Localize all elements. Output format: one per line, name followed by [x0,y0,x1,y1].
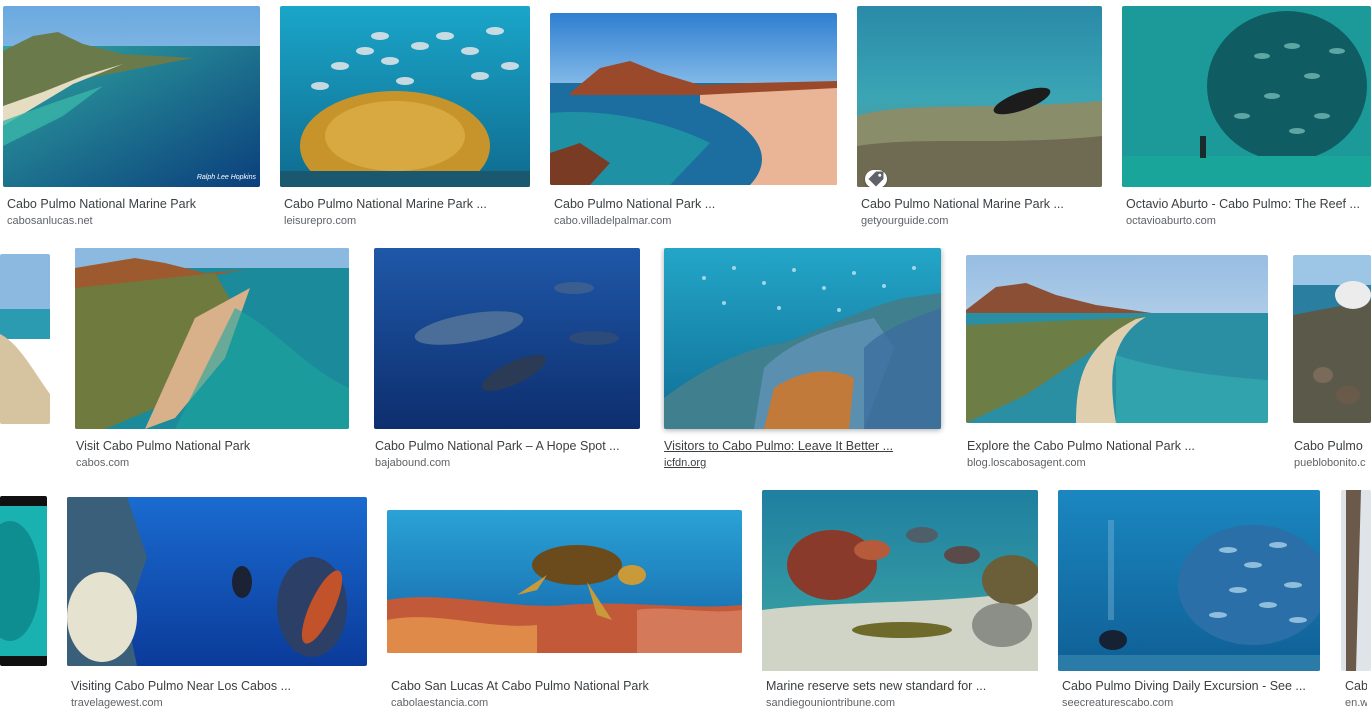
result-source[interactable]: cabo.villadelpalmar.com [554,214,836,228]
result-source[interactable]: cabolaestancia.com [391,696,741,710]
result-title[interactable]: Cabo Pulmo National Park ... [554,196,836,212]
result-title[interactable]: Cabo Pulmo National Marine Park [7,196,259,212]
result-title[interactable]: Cabo Pulmo Diving Daily Excursion - See … [1062,678,1320,694]
result-source[interactable]: pueblobonito.c [1294,456,1367,470]
result-thumbnail[interactable] [1058,490,1320,671]
result-title[interactable]: Cabo San Lucas At Cabo Pulmo National Pa… [391,678,741,694]
result-thumbnail[interactable] [1341,490,1371,671]
result-title[interactable]: Visit Cabo Pulmo National Park [76,438,348,454]
image-result[interactable]: Visit Cabo Pulmo National Park cabos.com [72,248,352,478]
result-source[interactable]: seecreaturescabo.com [1062,696,1320,710]
result-source[interactable]: icfdn.org [664,456,942,470]
image-result-hovered[interactable]: Visitors to Cabo Pulmo: Leave It Better … [660,248,946,478]
result-thumbnail[interactable]: Ralph Lee Hopkins [3,6,260,187]
result-source[interactable]: bajabound.com [375,456,639,470]
result-title[interactable]: Cabo Pulmo National Park – A Hope Spot .… [375,438,639,454]
image-result[interactable]: Octavio Aburto - Cabo Pulmo: The Reef ..… [1122,6,1371,236]
result-title[interactable]: Visitors to Cabo Pulmo: Leave It Better … [664,438,942,454]
result-thumbnail[interactable] [75,248,349,429]
result-source[interactable]: sandiegouniontribune.com [766,696,1038,710]
image-result-partial[interactable] [0,254,50,484]
result-title[interactable]: Cabo Pulmo National Marine Park ... [284,196,528,212]
result-thumbnail[interactable] [67,497,367,666]
result-title[interactable]: Cabo Pulmo National Marine Park ... [861,196,1101,212]
result-title[interactable]: Cabo [1345,678,1367,694]
result-thumbnail[interactable] [387,510,742,653]
result-source[interactable]: octavioaburto.com [1126,214,1367,228]
result-source[interactable]: en.wi [1345,696,1367,710]
result-source[interactable]: cabos.com [76,456,348,470]
image-result[interactable]: Cabo Pulmo National Marine Park ... leis… [280,6,532,236]
result-title[interactable]: Explore the Cabo Pulmo National Park ... [967,438,1267,454]
image-result-partial[interactable]: Cabo en.wi [1341,490,1371,724]
result-thumbnail[interactable] [762,490,1038,671]
image-result[interactable]: Ralph Lee Hopkins Cabo Pulmo National Ma… [3,6,263,236]
result-thumbnail[interactable] [0,496,47,666]
product-tag-icon [865,170,887,187]
result-title[interactable]: Cabo Pulmo N [1294,438,1367,454]
image-result[interactable]: Cabo Pulmo National Marine Park ... gety… [857,6,1105,236]
image-result[interactable]: Cabo San Lucas At Cabo Pulmo National Pa… [387,490,745,724]
result-thumbnail[interactable] [280,6,530,187]
image-result[interactable]: Visiting Cabo Pulmo Near Los Cabos ... t… [67,490,371,724]
image-result[interactable]: Explore the Cabo Pulmo National Park ...… [963,248,1271,478]
image-result-partial[interactable] [0,496,48,724]
photo-credit: Ralph Lee Hopkins [196,174,256,181]
result-title[interactable]: Marine reserve sets new standard for ... [766,678,1038,694]
result-source[interactable]: blog.loscabosagent.com [967,456,1267,470]
result-thumbnail[interactable] [374,248,640,429]
result-title[interactable]: Octavio Aburto - Cabo Pulmo: The Reef ..… [1126,196,1367,212]
result-thumbnail[interactable] [0,254,50,424]
result-thumbnail[interactable] [550,13,837,185]
image-result[interactable]: Cabo Pulmo National Park – A Hope Spot .… [371,248,643,478]
result-thumbnail[interactable] [1293,255,1371,423]
result-source[interactable]: travelagewest.com [71,696,367,710]
image-result[interactable]: Cabo Pulmo Diving Daily Excursion - See … [762,490,1042,724]
image-result[interactable]: Cabo Pulmo National Park ... cabo.villad… [550,6,840,236]
result-thumbnail[interactable] [1122,6,1371,187]
result-thumbnail[interactable] [966,255,1268,423]
result-source[interactable]: cabosanlucas.net [7,214,259,228]
image-result[interactable]: Cabo Pulmo Diving Daily Excursion - See … [1058,490,1324,724]
result-source[interactable]: leisurepro.com [284,214,528,228]
result-thumbnail[interactable] [857,6,1102,187]
result-source[interactable]: getyourguide.com [861,214,1101,228]
image-result-partial[interactable]: Cabo Pulmo N pueblobonito.c [1290,248,1371,478]
result-thumbnail[interactable] [664,248,941,429]
result-title[interactable]: Visiting Cabo Pulmo Near Los Cabos ... [71,678,367,694]
